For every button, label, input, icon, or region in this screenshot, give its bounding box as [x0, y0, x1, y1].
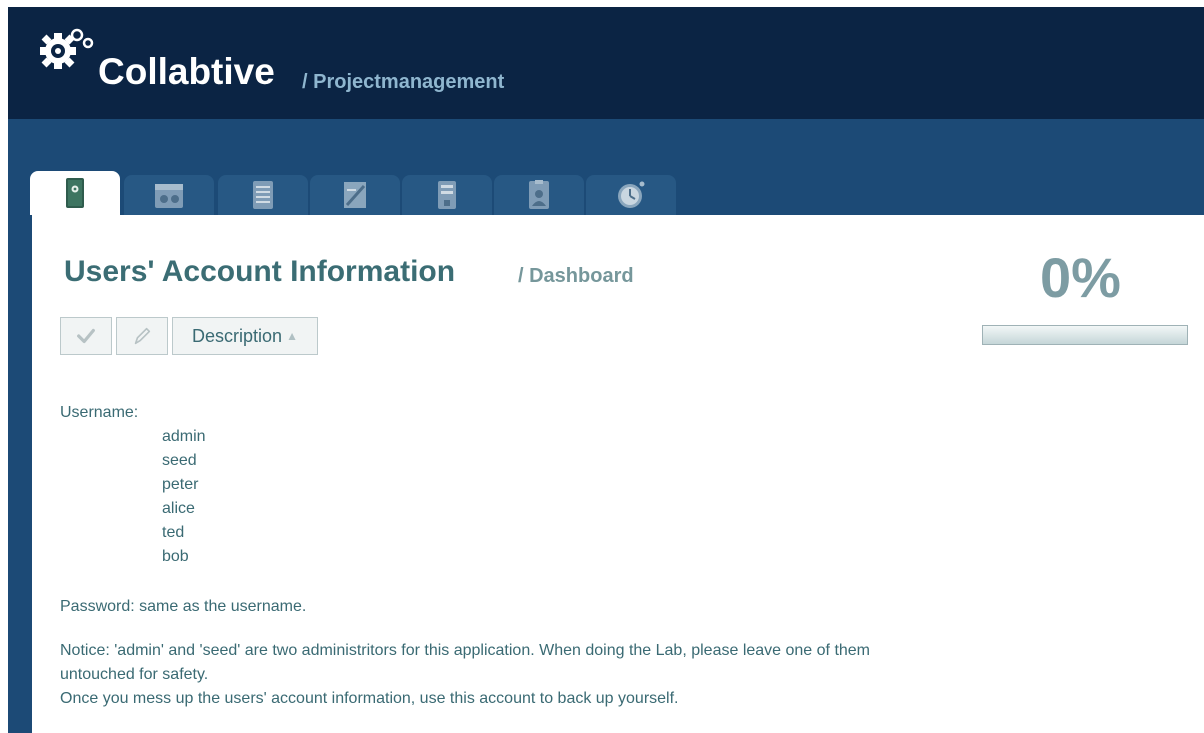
brand-subtitle: / Projectmanagement: [302, 71, 505, 93]
complete-button[interactable]: [60, 317, 112, 355]
list-item: peter: [162, 476, 199, 493]
tab-desktop[interactable]: [30, 171, 120, 215]
main-nav: [8, 119, 1204, 215]
tab-notes[interactable]: [310, 175, 400, 215]
username-label: Username:: [60, 404, 139, 421]
brand-name[interactable]: Collabtive: [98, 51, 275, 93]
tab-timetracker[interactable]: [586, 175, 676, 215]
main-content: Users' Account Information / Dashboard 0…: [8, 215, 1204, 733]
page-title: Users' Account Information: [64, 255, 456, 288]
app-header: Collabtive / Projectmanagement: [8, 7, 1204, 119]
triangle-up-icon: ▲: [286, 329, 298, 343]
description-toggle-button[interactable]: Description ▲: [172, 317, 318, 355]
list-item: ted: [162, 524, 185, 541]
tab-tasklist[interactable]: [218, 175, 308, 215]
list-item: seed: [162, 452, 197, 469]
progress-bar: [982, 325, 1188, 345]
notes-icon: [344, 182, 366, 208]
list-item: admin: [162, 428, 206, 445]
profile-icon: [529, 180, 549, 209]
edit-button[interactable]: [116, 317, 168, 355]
notice-text-2: untouched for safety.: [60, 666, 209, 683]
tab-calendar[interactable]: [124, 175, 214, 215]
password-text: Password: same as the username.: [60, 598, 307, 615]
tasklist-icon: [253, 181, 273, 209]
pencil-icon: [134, 327, 151, 345]
timetracker-icon: [618, 181, 645, 208]
user-list: admin seed peter alice ted bob: [162, 425, 206, 569]
tab-files[interactable]: [402, 175, 492, 215]
tab-profile[interactable]: [494, 175, 584, 215]
notice-text-1: Notice: 'admin' and 'seed' are two admin…: [60, 642, 871, 659]
checkmark-icon: [77, 328, 95, 344]
files-icon: [438, 181, 456, 209]
gears-logo-icon: [32, 21, 98, 87]
app-window: Collabtive / Projectmanagement Users' Ac…: [8, 7, 1204, 733]
desktop-icon: [66, 178, 84, 208]
description-label: Description: [192, 325, 283, 346]
list-item: alice: [162, 500, 195, 517]
notice-text-3: Once you mess up the users' account info…: [60, 690, 679, 707]
calendar-icon: [155, 184, 183, 208]
progress-percent: 0%: [1040, 246, 1121, 309]
page-subtitle: / Dashboard: [518, 265, 634, 287]
list-item: bob: [162, 548, 189, 565]
